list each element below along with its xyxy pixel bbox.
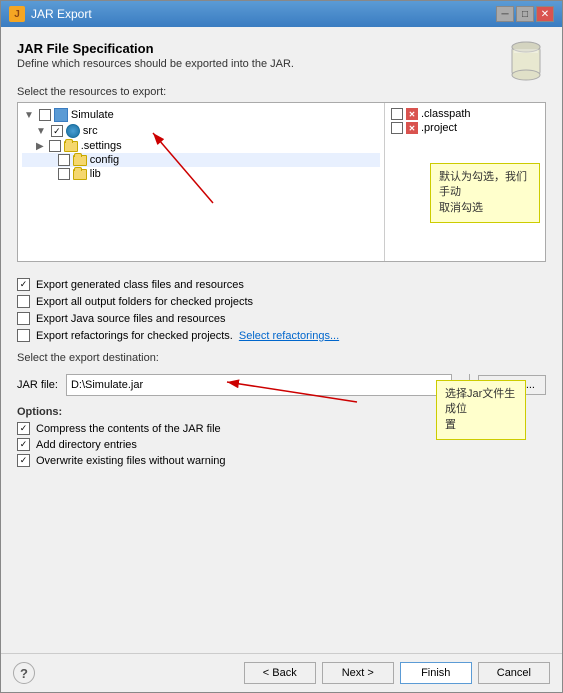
header-section: JAR File Specification Define which reso… bbox=[17, 41, 546, 76]
tree-label-config: config bbox=[90, 154, 119, 166]
label-project: .project bbox=[421, 122, 457, 134]
checkbox-src[interactable] bbox=[51, 125, 63, 137]
checkbox-simulate[interactable] bbox=[39, 109, 51, 121]
checkbox-classpath[interactable] bbox=[391, 108, 403, 120]
folder-icon-settings bbox=[64, 141, 78, 152]
tree-item-settings[interactable]: ▶ .settings bbox=[22, 139, 380, 153]
jar-file-label: JAR file: bbox=[17, 379, 58, 391]
tooltip-right-pane: 默认为勾选，我们手动 取消勾选 bbox=[430, 163, 540, 223]
option-row-class-files: Export generated class files and resourc… bbox=[17, 278, 546, 291]
destination-section: Select the export destination: JAR file:… bbox=[17, 352, 546, 396]
title-bar: J JAR Export ─ □ ✕ bbox=[1, 1, 562, 27]
export-options-section: Export generated class files and resourc… bbox=[17, 278, 546, 342]
main-content: JAR File Specification Define which reso… bbox=[1, 27, 562, 653]
navigation-buttons: < Back Next > Finish Cancel bbox=[244, 662, 550, 684]
checkbox-overwrite[interactable] bbox=[17, 454, 30, 467]
restore-button[interactable]: □ bbox=[516, 6, 534, 22]
option-row-output-folders: Export all output folders for checked pr… bbox=[17, 295, 546, 308]
option-overwrite: Overwrite existing files without warning bbox=[17, 454, 546, 467]
tree-label-lib: lib bbox=[90, 168, 101, 180]
help-button[interactable]: ? bbox=[13, 662, 35, 684]
page-title: JAR File Specification bbox=[17, 41, 546, 56]
option-row-refactorings: Export refactorings for checked projects… bbox=[17, 329, 546, 342]
label-source-files: Export Java source files and resources bbox=[36, 313, 226, 325]
checkbox-project[interactable] bbox=[391, 122, 403, 134]
label-output-folders: Export all output folders for checked pr… bbox=[36, 296, 253, 308]
folder-icon-lib bbox=[73, 169, 87, 180]
cancel-button[interactable]: Cancel bbox=[478, 662, 550, 684]
title-bar-left: J JAR Export bbox=[9, 6, 92, 22]
resource-panel: ▼ Simulate ▼ src ▶ bbox=[17, 102, 546, 262]
next-button[interactable]: Next > bbox=[322, 662, 394, 684]
label-overwrite: Overwrite existing files without warning bbox=[36, 455, 226, 467]
tree-item-config[interactable]: config bbox=[22, 153, 380, 167]
checkbox-output-folders[interactable] bbox=[17, 295, 30, 308]
tree-label-settings: .settings bbox=[81, 140, 122, 152]
jar-export-window: J JAR Export ─ □ ✕ JAR File Specificatio… bbox=[0, 0, 563, 693]
checkbox-lib[interactable] bbox=[58, 168, 70, 180]
label-classpath: .classpath bbox=[421, 108, 471, 120]
tooltip-dest: 选择Jar文件生成位 置 bbox=[436, 380, 526, 440]
jar-file-input-wrap: ▼ bbox=[66, 374, 470, 396]
resources-section: Select the resources to export: ▼ Simula… bbox=[17, 86, 546, 268]
folder-icon-config bbox=[73, 155, 87, 166]
resources-label: Select the resources to export: bbox=[17, 86, 546, 98]
resource-tree-pane[interactable]: ▼ Simulate ▼ src ▶ bbox=[18, 103, 385, 261]
close-button[interactable]: ✕ bbox=[536, 6, 554, 22]
project-icon bbox=[54, 108, 68, 122]
jar-icon-small: J bbox=[9, 6, 25, 22]
checkbox-config[interactable] bbox=[58, 154, 70, 166]
window-title: JAR Export bbox=[31, 7, 92, 21]
checkbox-class-files[interactable] bbox=[17, 278, 30, 291]
x-icon-classpath: ✕ bbox=[406, 108, 418, 120]
destination-label: Select the export destination: bbox=[17, 352, 546, 364]
tree-item-src[interactable]: ▼ src bbox=[22, 123, 380, 139]
minimize-button[interactable]: ─ bbox=[496, 6, 514, 22]
label-refactorings: Export refactorings for checked projects… bbox=[36, 330, 233, 342]
option-row-source-files: Export Java source files and resources bbox=[17, 312, 546, 325]
select-refactorings-link[interactable]: Select refactorings... bbox=[239, 330, 339, 342]
checkbox-source-files[interactable] bbox=[17, 312, 30, 325]
tree-label-simulate: Simulate bbox=[71, 109, 114, 121]
label-directory: Add directory entries bbox=[36, 439, 137, 451]
back-button[interactable]: < Back bbox=[244, 662, 316, 684]
tree-item-lib[interactable]: lib bbox=[22, 167, 380, 181]
globe-icon-src bbox=[66, 124, 80, 138]
bottom-bar: ? < Back Next > Finish Cancel bbox=[1, 653, 562, 692]
window-controls: ─ □ ✕ bbox=[496, 6, 554, 22]
tree-label-src: src bbox=[83, 125, 98, 137]
label-compress: Compress the contents of the JAR file bbox=[36, 423, 221, 435]
finish-button[interactable]: Finish bbox=[400, 662, 472, 684]
checkbox-refactorings[interactable] bbox=[17, 329, 30, 342]
tree-item-simulate[interactable]: ▼ Simulate bbox=[22, 107, 380, 123]
label-class-files: Export generated class files and resourc… bbox=[36, 279, 244, 291]
jar-decoration-icon bbox=[506, 37, 546, 85]
jar-file-input[interactable] bbox=[67, 379, 451, 391]
right-item-classpath[interactable]: ✕ .classpath bbox=[389, 107, 541, 121]
checkbox-settings[interactable] bbox=[49, 140, 61, 152]
x-icon-project: ✕ bbox=[406, 122, 418, 134]
checkbox-directory[interactable] bbox=[17, 438, 30, 451]
right-item-project[interactable]: ✕ .project bbox=[389, 121, 541, 135]
checkbox-compress[interactable] bbox=[17, 422, 30, 435]
page-description: Define which resources should be exporte… bbox=[17, 58, 546, 70]
